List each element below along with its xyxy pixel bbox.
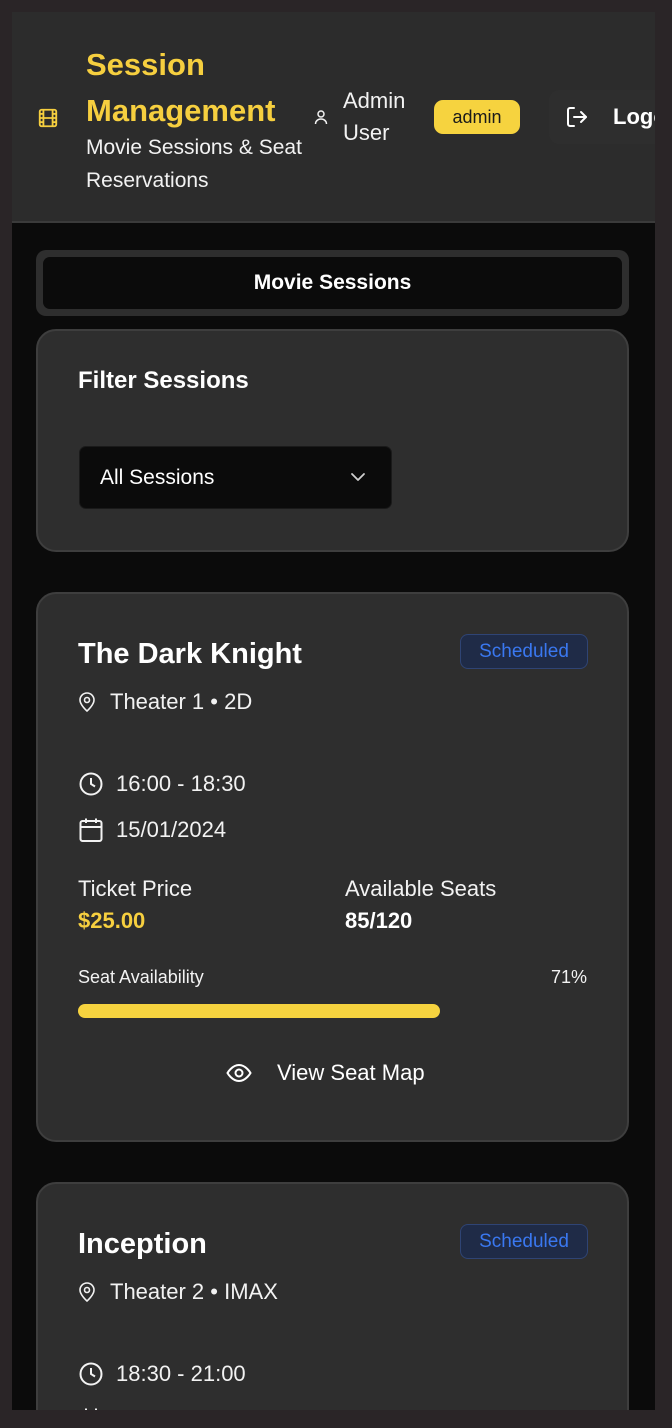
ticket-price-value: $25.00 — [78, 908, 146, 933]
app-header: Session Management Movie Sessions & Seat… — [12, 12, 655, 223]
clock-icon — [79, 1362, 103, 1386]
film-icon — [38, 108, 58, 128]
tab-bar: Movie Sessions — [36, 250, 629, 316]
seat-availability-fill — [78, 1004, 441, 1018]
ticket-price-label: Ticket Price — [78, 876, 193, 901]
calendar-icon — [79, 818, 103, 842]
date-text: 15/01/2024 — [116, 817, 227, 842]
clock-icon — [79, 772, 103, 796]
status-badge: Scheduled — [460, 1224, 588, 1259]
session-card: The Dark Knight Scheduled Theater 1 • 2D… — [36, 592, 629, 1142]
seat-availability-bar — [78, 1004, 588, 1018]
session-card: Inception Scheduled Theater 2 • IMAX 18:… — [36, 1182, 629, 1410]
role-badge: admin — [434, 100, 520, 134]
movie-title: The Dark Knight — [78, 638, 302, 670]
available-seats-label: Available Seats — [345, 876, 497, 901]
time-text: 18:30 - 21:00 — [116, 1361, 246, 1386]
app-frame: Session Management Movie Sessions & Seat… — [12, 12, 655, 1410]
calendar-icon — [85, 1408, 97, 1410]
map-pin-icon — [79, 1282, 95, 1302]
filter-card: Filter Sessions All Sessions — [36, 329, 629, 552]
seat-availability-percent: 71% — [550, 967, 587, 987]
available-seats-value: 85/120 — [345, 908, 413, 933]
chevron-down-icon — [351, 473, 365, 481]
filter-select-value: All Sessions — [100, 466, 215, 489]
eye-icon — [226, 1063, 252, 1083]
filter-title: Filter Sessions — [78, 367, 249, 394]
map-pin-icon — [79, 692, 95, 712]
time-text: 16:00 - 18:30 — [116, 771, 246, 796]
logout-button[interactable]: Logout — [549, 90, 655, 144]
session-filter-select[interactable]: All Sessions — [79, 446, 392, 509]
seat-availability-label: Seat Availability — [78, 967, 204, 987]
status-badge: Scheduled — [460, 634, 588, 669]
app-subtitle: Movie Sessions & Seat Reservations — [86, 136, 302, 192]
location-text: Theater 2 • IMAX — [110, 1279, 278, 1304]
app-title: Session Management — [86, 47, 276, 128]
movie-title: Inception — [78, 1228, 207, 1260]
logout-icon — [567, 107, 587, 127]
logout-label: Logout — [613, 104, 655, 129]
user-name: Admin User — [343, 88, 406, 145]
view-seat-map-label: View Seat Map — [277, 1060, 425, 1085]
tab-movie-sessions[interactable]: Movie Sessions — [43, 257, 622, 309]
user-icon — [314, 110, 328, 125]
location-text: Theater 1 • 2D — [110, 689, 253, 714]
view-seat-map-button[interactable]: View Seat Map — [218, 1052, 458, 1096]
